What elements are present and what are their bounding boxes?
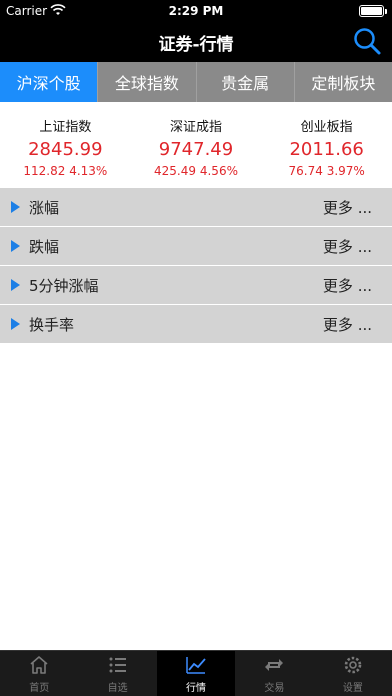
- tab-precious-metals[interactable]: 贵金属: [197, 62, 295, 102]
- gear-icon: [344, 656, 362, 673]
- index-value: 2011.66: [289, 139, 364, 160]
- tabbar-market[interactable]: 行情: [156, 651, 236, 696]
- more-link[interactable]: 更多 ...: [323, 197, 372, 218]
- list-item-label: 5分钟涨幅: [29, 276, 99, 295]
- tabbar-label: 自选: [107, 682, 128, 694]
- index-name: 上证指数: [39, 120, 92, 135]
- index-card[interactable]: 上证指数 2845.99 112.82 4.13%: [0, 102, 131, 188]
- index-change: 76.74 3.97%: [288, 164, 365, 178]
- index-value: 9747.49: [158, 139, 234, 160]
- index-card[interactable]: 创业板指 2011.66 76.74 3.97%: [261, 102, 392, 188]
- list-item-label: 跌幅: [29, 237, 60, 256]
- list-item-label: 换手率: [29, 315, 75, 334]
- home-icon: [30, 655, 48, 674]
- index-card[interactable]: 深证成指 9747.49 425.49 4.56%: [131, 102, 262, 188]
- more-link[interactable]: 更多 ...: [323, 314, 372, 335]
- tab-hushen-stocks[interactable]: 沪深个股: [0, 62, 99, 102]
- status-time: 2:29 PM: [168, 4, 224, 18]
- index-summary: 上证指数 2845.99 112.82 4.13% 深证成指 9747.49 4…: [0, 102, 392, 188]
- index-change: 112.82 4.13%: [23, 164, 108, 178]
- tabbar-label: 行情: [186, 682, 207, 694]
- index-value: 2845.99: [28, 139, 103, 160]
- bottom-tab-bar: 首页 自选 行情 交易 设置: [0, 650, 392, 696]
- refresh-icon: [265, 658, 284, 671]
- ranking-list: 涨幅 更多 ... 跌幅 更多 ... 5分钟涨幅 更多 ... 换手率 更多 …: [0, 188, 392, 344]
- tab-global-index[interactable]: 全球指数: [98, 62, 197, 102]
- tabbar-label: 交易: [264, 682, 285, 694]
- tabbar-trade[interactable]: 交易: [235, 651, 313, 696]
- list-item-label: 涨幅: [29, 198, 60, 217]
- battery-icon: [359, 5, 387, 17]
- expand-arrow-icon: [11, 240, 20, 252]
- top-bar: Carrier 2:29 PM 证券-行情: [0, 0, 392, 62]
- expand-arrow-icon: [11, 279, 20, 291]
- tabbar-home[interactable]: 首页: [0, 651, 78, 696]
- list-icon: [109, 657, 126, 672]
- tabbar-watchlist[interactable]: 自选: [78, 651, 156, 696]
- tabbar-settings[interactable]: 设置: [314, 651, 392, 696]
- market-tabs: 沪深个股 全球指数 贵金属 定制板块: [0, 62, 392, 102]
- tab-custom-sectors[interactable]: 定制板块: [295, 62, 392, 102]
- tabbar-label: 设置: [342, 682, 363, 694]
- search-icon[interactable]: [352, 26, 382, 56]
- index-name: 深证成指: [170, 120, 223, 135]
- index-name: 创业板指: [300, 120, 353, 135]
- index-change: 425.49 4.56%: [154, 164, 238, 178]
- list-item[interactable]: 5分钟涨幅 更多 ...: [0, 266, 392, 305]
- tabbar-label: 首页: [29, 682, 50, 694]
- more-link[interactable]: 更多 ...: [323, 275, 372, 296]
- page-title: 证券-行情: [158, 35, 234, 55]
- expand-arrow-icon: [11, 318, 20, 330]
- list-item[interactable]: 涨幅 更多 ...: [0, 188, 392, 227]
- status-bar: Carrier 2:29 PM: [0, 0, 392, 22]
- expand-arrow-icon: [11, 201, 20, 213]
- list-item[interactable]: 换手率 更多 ...: [0, 305, 392, 344]
- more-link[interactable]: 更多 ...: [323, 236, 372, 257]
- list-item[interactable]: 跌幅 更多 ...: [0, 227, 392, 266]
- chart-icon: [186, 656, 206, 674]
